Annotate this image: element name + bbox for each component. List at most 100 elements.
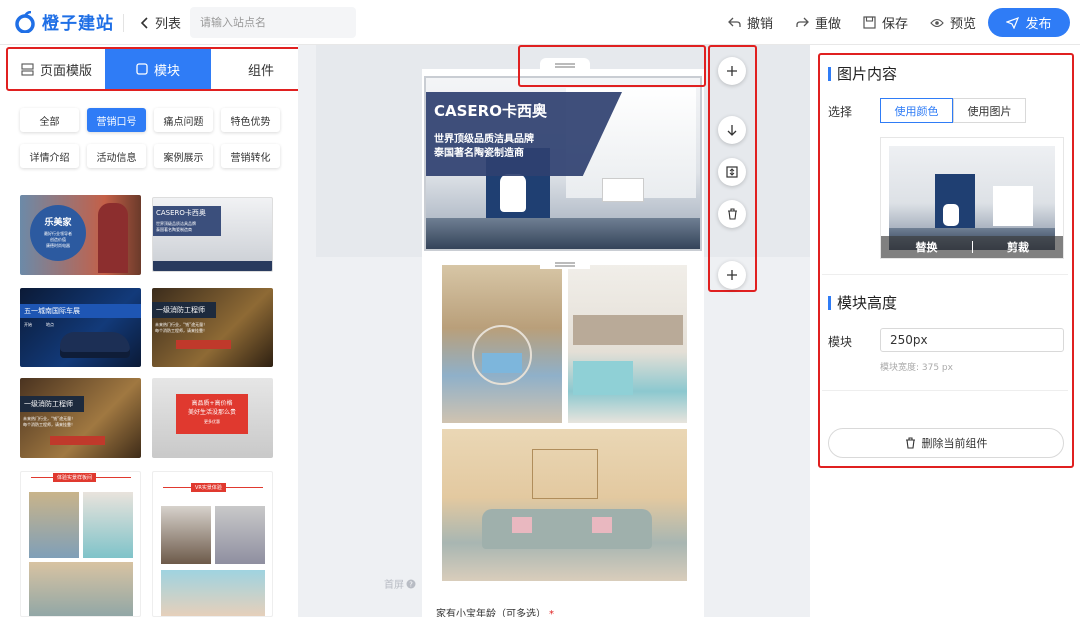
vr-photo: [161, 570, 265, 616]
thumbnail-title: 乐美家: [44, 218, 72, 228]
module-height-input[interactable]: [880, 328, 1064, 352]
filter-chip-all[interactable]: 全部: [20, 108, 79, 132]
preview-button[interactable]: 预览: [930, 13, 976, 32]
floor-graphic: [153, 261, 272, 271]
use-image-option[interactable]: 使用图片: [953, 98, 1026, 123]
form-label-text: 家有小宝年龄（可多选）: [436, 609, 546, 617]
module-thumbnail[interactable]: CASERO卡西奥 世界顶级品质洁具品牌 泰国著名陶瓷制造商: [152, 197, 273, 272]
properties-panel: 图片内容 选择 使用颜色 使用图片 替换 剪裁 模块高度 模块 模块宽度: 37…: [810, 45, 1080, 617]
fill-type-toggle: 使用颜色 使用图片: [880, 98, 1026, 123]
module-thumbnail[interactable]: 五一城南国际车展 开始 地点: [20, 288, 141, 367]
add-module-above-button[interactable]: [718, 57, 746, 85]
redo-button[interactable]: 重做: [796, 13, 841, 32]
delete-module-button[interactable]: [718, 200, 746, 228]
gallery-photo-kitchen[interactable]: [568, 265, 687, 423]
filter-chip-slogan[interactable]: 营销口号: [87, 108, 146, 132]
phone-preview: CASERO卡西奥 世界顶级品质洁具品牌 泰国著名陶瓷制造商 家有小宝年龄（可多…: [422, 69, 704, 617]
category-filters: 全部 营销口号 痛点问题 特色优势 详情介绍 活动信息 案例展示 营销转化: [20, 108, 280, 168]
living-room-photo: [29, 562, 133, 616]
section-divider: [822, 390, 1068, 391]
vr-photo: [161, 506, 211, 564]
publish-label: 发布: [1025, 17, 1052, 32]
room-photo: [29, 492, 79, 558]
adjust-height-button[interactable]: [718, 158, 746, 186]
module-thumbnail[interactable]: VR实景体验: [152, 471, 273, 617]
car-graphic: [60, 332, 130, 358]
publish-button[interactable]: 发布: [988, 8, 1070, 37]
thumbnail-line: 开始: [24, 322, 32, 327]
image-preview[interactable]: 替换 剪裁: [880, 137, 1064, 259]
banner-subtitle: 世界顶级品质洁具品牌: [434, 134, 534, 145]
thumbnail-line: 康德时尚电器: [46, 243, 70, 248]
module-thumbnail[interactable]: 高品质+高价格 美好生活没那么贵 更多优惠: [152, 378, 273, 458]
image-content-heading: 图片内容: [828, 63, 897, 84]
editor-canvas: CASERO卡西奥 世界顶级品质洁具品牌 泰国著名陶瓷制造商 家有小宝年龄（可多…: [316, 45, 810, 617]
banner-subtitle: 泰国著名陶瓷制造商: [434, 148, 524, 159]
module-thumbnail[interactable]: 体验实景样板间: [20, 471, 141, 617]
site-name-input[interactable]: [190, 7, 356, 38]
sofa: [482, 509, 652, 549]
help-icon[interactable]: ?: [406, 579, 416, 589]
vanity: [602, 178, 644, 202]
redo-icon: [796, 17, 809, 27]
back-to-list-button[interactable]: 列表: [140, 13, 181, 32]
kitchen-cabinet: [573, 361, 633, 395]
floor: [426, 218, 700, 249]
svg-text:?: ?: [409, 580, 413, 588]
section-divider: [822, 274, 1068, 275]
redo-label: 重做: [815, 17, 842, 32]
first-screen-label: 首屏: [384, 580, 404, 591]
left-panel: 页面模版 模块 组件 全部 营销口号 痛点问题 特色优势 详情介绍 活动信息 案…: [0, 45, 313, 617]
bathroom-window: [993, 186, 1033, 226]
tab-module[interactable]: 模块: [105, 49, 211, 89]
thumbnail-promo: 高品质+高价格 美好生活没那么贵 更多优惠: [176, 394, 248, 434]
add-module-below-button[interactable]: [718, 261, 746, 289]
replace-image-button[interactable]: 替换: [881, 239, 972, 255]
module-icon: [136, 63, 148, 75]
crop-image-button[interactable]: 剪裁: [973, 239, 1063, 255]
thumbnail-badge: 乐美家 最好行业领导者 创造价值 康德时尚电器: [30, 205, 86, 261]
delete-component-label: 删除当前组件: [921, 437, 988, 450]
module-thumbnail[interactable]: 一级消防工程师 未来热门行业，“钱”途无量！ 每个消防工程师，请来挂靠！: [20, 378, 141, 458]
brand-logo[interactable]: 橙子建站: [14, 9, 114, 34]
tab-page-template[interactable]: 页面模版: [8, 49, 105, 89]
use-color-option[interactable]: 使用颜色: [880, 98, 953, 123]
filter-chip-cases[interactable]: 案例展示: [154, 144, 213, 168]
left-panel-scrollbar[interactable]: [298, 45, 316, 617]
filter-chip-details[interactable]: 详情介绍: [20, 144, 79, 168]
module-thumbnail[interactable]: 一级消防工程师 未来热门行业，“钱”途无量！ 每个消防工程师，请来挂靠！: [152, 288, 273, 367]
module-width-hint: 模块宽度: 375 px: [880, 363, 953, 373]
thumbnail-meta: 开始 地点: [24, 322, 54, 328]
thumbnail-title: 体验实景样板间: [53, 473, 97, 482]
tab-component[interactable]: 组件: [211, 49, 311, 89]
gallery-photo-living-room[interactable]: [442, 429, 687, 581]
module-thumbnail[interactable]: 乐美家 最好行业领导者 创造价值 康德时尚电器: [20, 195, 141, 275]
send-icon: [1006, 16, 1020, 29]
save-icon: [863, 16, 876, 29]
thumbnail-title: 高品质+高价格: [191, 400, 233, 407]
module-height-title: 模块高度: [837, 294, 898, 312]
filter-chip-pain-points[interactable]: 痛点问题: [154, 108, 213, 132]
page-template-icon: [21, 62, 34, 76]
kitchen-backsplash: [573, 315, 683, 345]
filter-chip-features[interactable]: 特色优势: [221, 108, 280, 132]
preview-label: 预览: [950, 17, 977, 32]
thumbnail-title: CASERO卡西奥: [156, 209, 206, 217]
banner-module[interactable]: CASERO卡西奥 世界顶级品质洁具品牌 泰国著名陶瓷制造商: [424, 76, 702, 251]
thumbnail-title: VR实景体验: [191, 483, 226, 492]
gallery-photo-chair[interactable]: [442, 265, 562, 423]
delete-component-button[interactable]: 删除当前组件: [828, 428, 1064, 458]
divider: [123, 14, 124, 32]
save-button[interactable]: 保存: [863, 13, 908, 32]
thumbnail-text: 未来热门行业，“钱”途无量！ 每个消防工程师，请来挂靠！: [23, 416, 93, 428]
move-down-button[interactable]: [718, 116, 746, 144]
filter-chip-conversion[interactable]: 营销转化: [221, 144, 280, 168]
select-label: 选择: [828, 105, 853, 119]
orange-logo-icon: [15, 10, 35, 33]
module-drag-handle[interactable]: [540, 257, 590, 269]
brand-name: 橙子建站: [42, 14, 114, 34]
tab-page-template-label: 页面模版: [39, 63, 92, 79]
trash-icon: [727, 208, 737, 220]
filter-chip-events[interactable]: 活动信息: [87, 144, 146, 168]
undo-button[interactable]: 撤销: [728, 13, 773, 32]
